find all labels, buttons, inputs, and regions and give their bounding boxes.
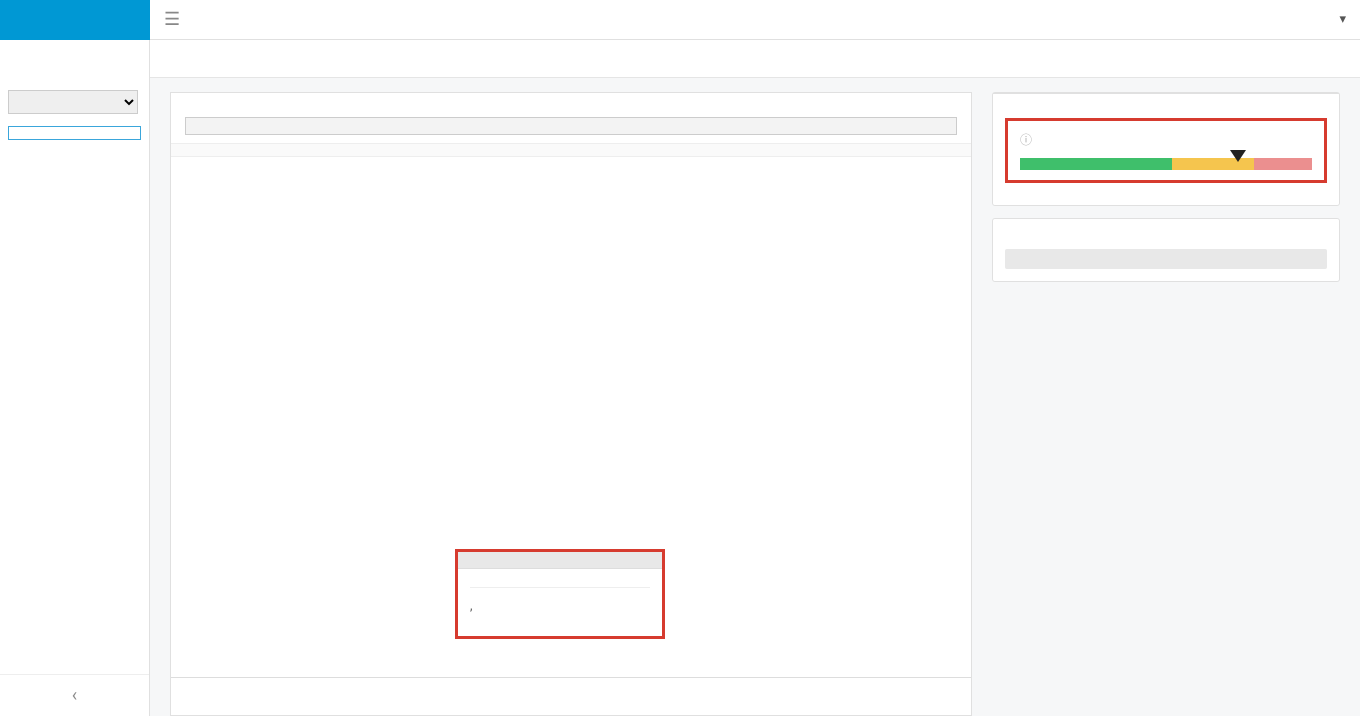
show-additional-fields-button[interactable] <box>185 117 957 135</box>
caret-down-icon: ▾ <box>1339 12 1346 27</box>
jd-title[interactable] <box>171 93 971 117</box>
section-finder-title <box>993 219 1339 235</box>
info-incorrect-button[interactable] <box>1005 249 1327 269</box>
editor-footer <box>171 677 971 715</box>
too-many-bullets-popup: , <box>455 549 665 639</box>
collapse-sidebar-button[interactable]: ‹ <box>0 674 149 716</box>
grade-meter <box>1020 158 1312 170</box>
change-company-label <box>0 68 149 86</box>
add-company-button[interactable] <box>8 126 141 140</box>
hamburger-icon[interactable]: ☰ <box>164 9 180 30</box>
brand-logo <box>0 0 150 40</box>
editor-toolbar <box>171 143 971 157</box>
readability-panel: ⓘ <box>992 92 1340 206</box>
sidebar: ‹ <box>0 0 150 716</box>
editor-body[interactable]: , <box>171 157 971 677</box>
info-icon[interactable]: ⓘ <box>1020 131 1032 148</box>
sidebar-title <box>0 46 149 68</box>
company-select[interactable] <box>8 90 138 114</box>
grade-level-box: ⓘ <box>1005 118 1327 183</box>
breadcrumb <box>150 40 1360 78</box>
topbar: ☰ ▾ <box>150 0 1360 40</box>
user-menu[interactable]: ▾ <box>1335 12 1346 27</box>
section-finder-panel <box>992 218 1340 282</box>
popup-title <box>458 552 662 569</box>
editor-pane: , <box>170 92 972 716</box>
meter-marker <box>1230 150 1246 162</box>
